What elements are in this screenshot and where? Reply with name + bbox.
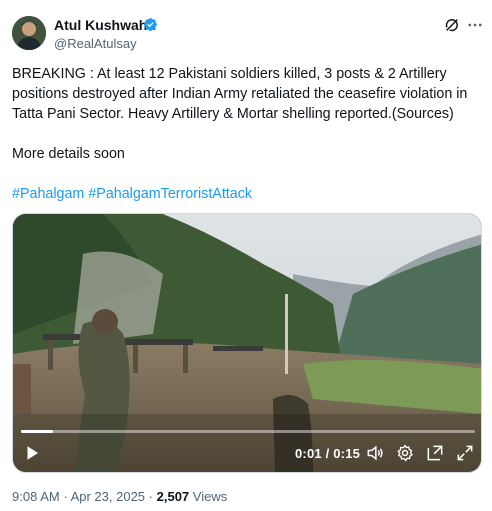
tweet-date[interactable]: Apr 23, 2025 <box>71 489 145 504</box>
settings-icon[interactable] <box>395 443 415 463</box>
video-player[interactable]: 0:01 / 0:15 <box>12 213 482 473</box>
tweet-body: BREAKING : At least 12 Pakistani soldier… <box>12 66 468 122</box>
tweet-meta: 9:08 AM · Apr 23, 2025 · 2,507 Views <box>12 488 227 505</box>
views-label: Views <box>192 489 228 504</box>
tweet: Atul Kushwaha @RealAtulsay BREAKING : At… <box>0 0 492 511</box>
author-name[interactable]: Atul Kushwaha <box>54 16 155 34</box>
fullscreen-icon[interactable] <box>455 443 475 463</box>
video-progress-fill <box>21 430 53 433</box>
tweet-time[interactable]: 9:08 AM <box>12 489 60 504</box>
grok-icon[interactable] <box>444 17 460 33</box>
video-frame <box>13 214 481 472</box>
play-icon[interactable] <box>23 444 41 462</box>
meta-separator: · <box>63 489 68 504</box>
avatar[interactable] <box>12 16 46 50</box>
author-handle[interactable]: @RealAtulsay <box>54 35 137 52</box>
hashtag-link[interactable]: #Pahalgam <box>12 186 84 202</box>
video-time: 0:01 / 0:15 <box>295 446 361 461</box>
views-count: 2,507 <box>156 489 190 504</box>
pip-icon[interactable] <box>425 443 445 463</box>
more-icon[interactable] <box>466 16 484 34</box>
meta-separator: · <box>148 489 153 504</box>
hashtag-link[interactable]: #PahalgamTerroristAttack <box>88 186 252 202</box>
tweet-text: BREAKING : At least 12 Pakistani soldier… <box>12 64 484 204</box>
video-progress-bar[interactable] <box>21 430 475 433</box>
verified-badge-icon <box>144 18 157 31</box>
tweet-followup: More details soon <box>12 146 125 162</box>
hashtags: #Pahalgam #PahalgamTerroristAttack <box>12 184 484 204</box>
volume-icon[interactable] <box>365 443 385 463</box>
video-controls: 0:01 / 0:15 <box>13 438 481 470</box>
